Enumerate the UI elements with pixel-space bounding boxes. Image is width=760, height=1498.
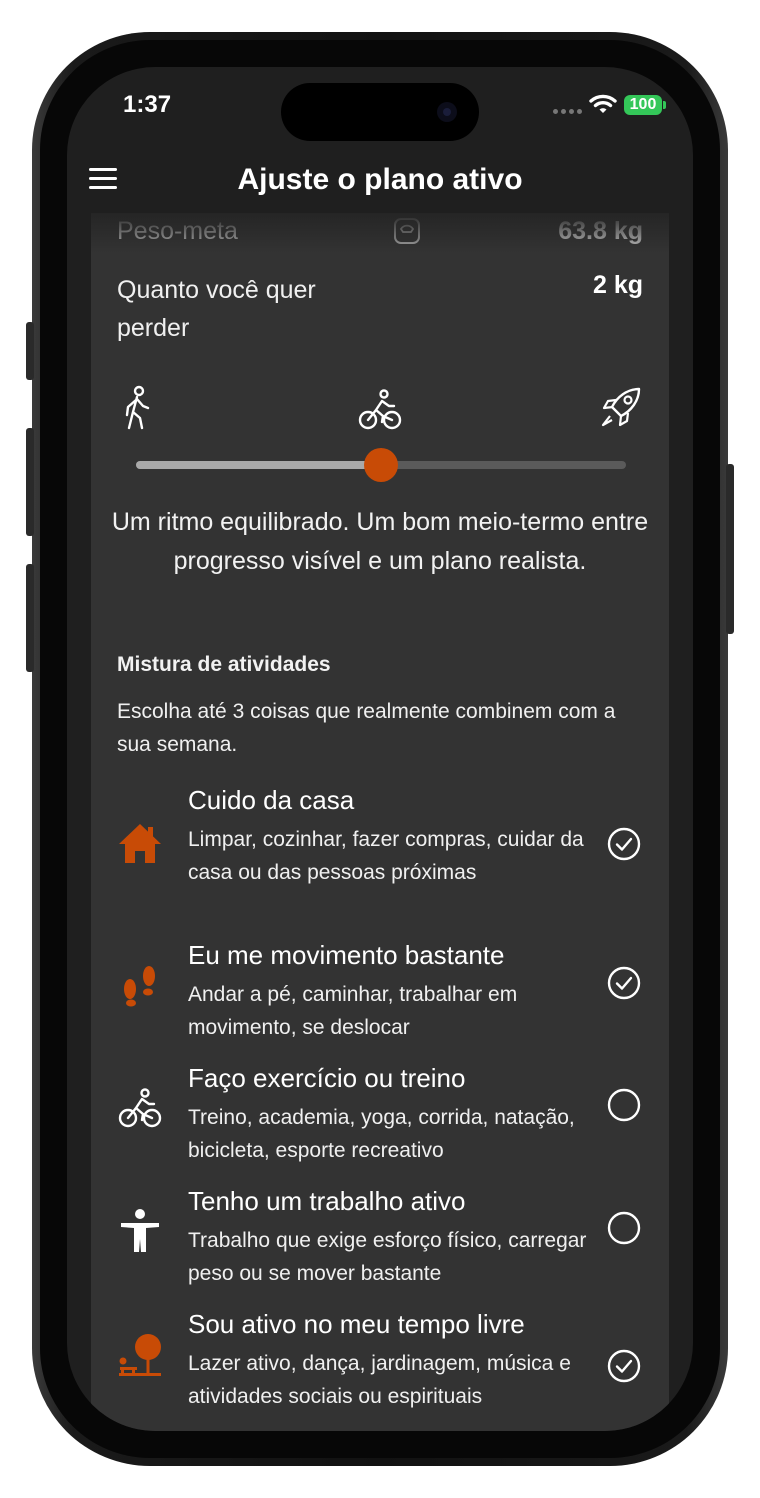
goal-weight-row[interactable]: Peso-meta 63.8 kg (117, 213, 643, 253)
activity-title: Eu me movimento bastante (188, 940, 505, 970)
goal-weight-label: Peso-meta (117, 217, 238, 245)
scale-icon (394, 218, 420, 244)
wifi-icon (589, 94, 617, 113)
activity-title: Faço exercício ou treino (188, 1063, 466, 1093)
check-circle-icon[interactable] (607, 1349, 641, 1383)
activity-description: Lazer ativo, dança, jardinagem, música e… (188, 1352, 571, 1408)
goal-weight-value: 63.8 kg (558, 217, 643, 245)
plan-card: Peso-meta 63.8 kg Quanto você quer perde… (91, 213, 669, 1431)
activity-title: Cuido da casa (188, 785, 355, 815)
pace-slider-fill (136, 461, 381, 469)
pace-slider-thumb[interactable] (364, 448, 398, 482)
empty-circle-icon[interactable] (607, 1088, 641, 1122)
person-icon (121, 1209, 159, 1252)
activities-title: Mistura de atividades (117, 653, 331, 676)
volume-up-button (26, 428, 34, 536)
check-circle-icon[interactable] (607, 966, 641, 1000)
power-button (726, 464, 734, 634)
activity-description: Treino, academia, yoga, corrida, natação… (188, 1106, 575, 1162)
walking-icon[interactable] (115, 385, 159, 431)
lose-amount-label: Quanto você quer perder (117, 276, 316, 342)
activities-subtitle: Escolha até 3 coisas que realmente combi… (117, 700, 616, 756)
check-circle-icon[interactable] (607, 827, 641, 861)
activity-description: Trabalho que exige esforço físico, carre… (188, 1229, 587, 1285)
signal-icon (553, 109, 582, 114)
empty-circle-icon[interactable] (607, 1211, 641, 1245)
activity-title: Sou ativo no meu tempo livre (188, 1309, 525, 1339)
activity-description: Limpar, cozinhar, fazer compras, cuidar … (188, 828, 584, 884)
activity-description: Andar a pé, caminhar, trabalhar em movim… (188, 983, 518, 1039)
footprints-icon (124, 966, 155, 1007)
activity-title: Tenho um trabalho ativo (188, 1186, 466, 1216)
volume-down-button (26, 564, 34, 672)
bicycle-icon[interactable] (358, 387, 402, 433)
rocket-icon[interactable] (599, 385, 643, 431)
bicycle-icon (118, 1088, 162, 1128)
camera-icon (437, 102, 457, 122)
action-button (26, 322, 34, 380)
lose-amount-value: 2 kg (592, 271, 643, 299)
dynamic-island (281, 83, 479, 141)
leisure-icon (119, 1334, 161, 1376)
house-icon (119, 824, 161, 863)
pace-description: Um ritmo equilibrado. Um bom meio-termo … (111, 508, 649, 575)
battery-icon: 100 (624, 95, 666, 115)
status-time: 1:37 (123, 91, 172, 118)
header: Ajuste o plano ativo (67, 155, 693, 205)
page-title: Ajuste o plano ativo (237, 163, 523, 196)
screen: 1:37 100 Ajuste o plano ativo Peso-meta … (67, 67, 693, 1431)
pace-slider[interactable] (136, 448, 626, 482)
